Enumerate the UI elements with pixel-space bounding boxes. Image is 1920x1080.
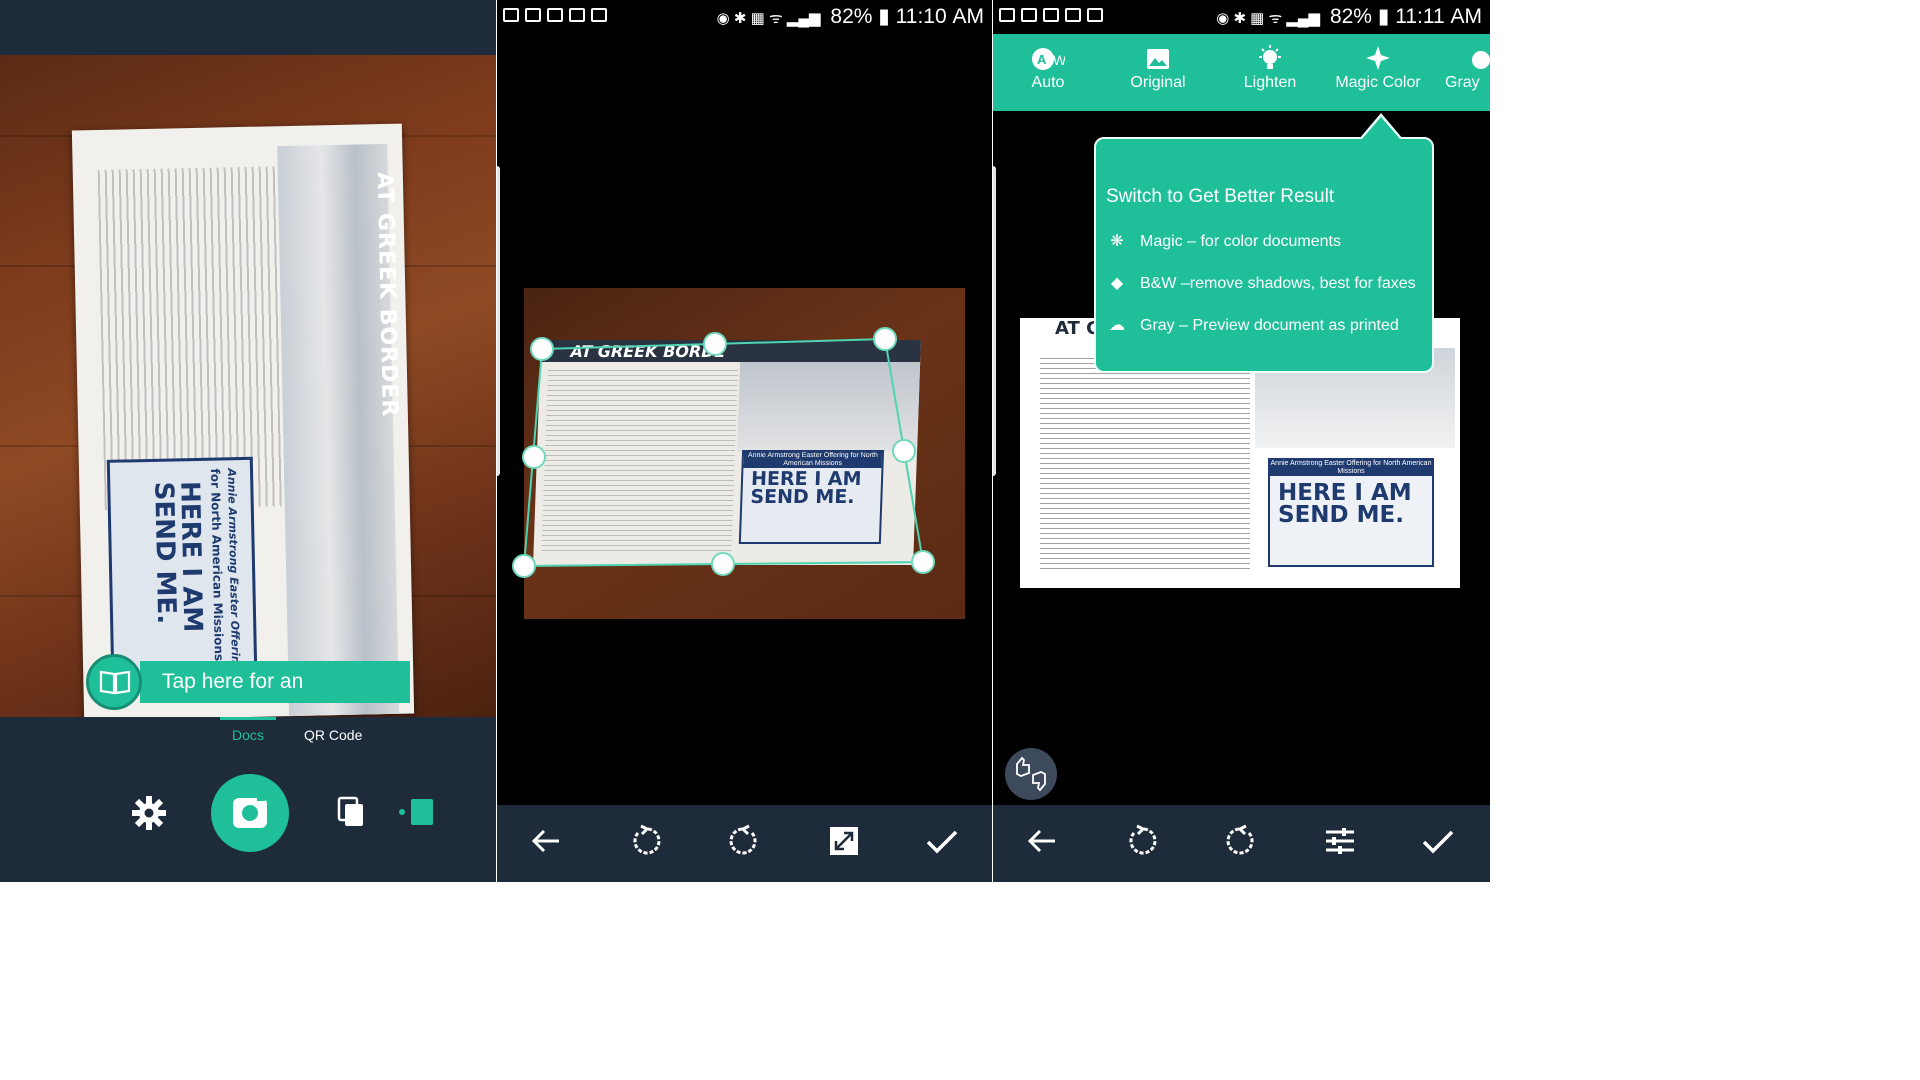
crop-panel: ◉ ✱ ▦ ᯤ ▂▄▆ 82% ▮ 11:10 AM AT GREEK BORD… [497,0,992,882]
filter-lighten[interactable]: Lighten [1225,34,1315,111]
rotate-left-icon[interactable] [1125,824,1159,858]
confirm-check-icon[interactable] [925,824,959,858]
popup-item-gray: ☁ Gray – Preview document as printed [1109,317,1399,334]
filter-bar: A W Auto Original Lighten Magic Color Gr… [993,34,1490,111]
mode-indicator [220,717,276,720]
single-mode-icon[interactable] [397,797,437,827]
notification-icons [999,8,1109,27]
status-bar: ◉ ✱ ▦ ᯤ ▂▄▆ 82% ▮ 11:11 AM [993,0,1490,34]
sparkle-icon: ❋ [1110,233,1124,250]
filter-label: Lighten [1243,74,1297,91]
filter-label: Auto [1031,74,1065,91]
document-headline: AT GREEK BORDER [371,171,402,418]
lightbulb-icon [1259,45,1281,69]
adjust-sliders-icon[interactable] [1323,824,1357,858]
confirm-check-icon[interactable] [1421,824,1455,858]
battery-percent: 82% [1329,5,1372,28]
mode-docs-tab[interactable]: Docs [232,727,264,743]
svg-text:A: A [1037,52,1047,67]
rotate-left-icon[interactable] [629,824,663,858]
side-edge [497,166,500,476]
expand-icon[interactable] [827,824,861,858]
crop-handle[interactable] [703,332,727,356]
rotate-right-icon[interactable] [1224,824,1258,858]
feedback-button[interactable] [1005,748,1057,800]
rotate-right-icon[interactable] [727,824,761,858]
document-ad: Annie Armstrong Easter Offering for Nort… [1268,458,1434,567]
batch-mode-icon[interactable] [337,796,367,828]
back-arrow-icon[interactable] [1025,824,1059,858]
image-icon [1147,49,1169,69]
mode-qr-tab[interactable]: QR Code [304,727,362,743]
crop-frame[interactable] [497,0,992,882]
filter-label: Magic Color [1335,74,1421,91]
filter-label: Original [1130,74,1186,91]
popup-title: Switch to Get Better Result [1106,186,1335,207]
filter-original[interactable]: Original [1113,34,1203,111]
back-arrow-icon[interactable] [529,824,563,858]
camera-panel: AT GREEK BORDER Annie Armstrong Easter O… [0,0,496,882]
document-preview: AT GREEK BORDER Annie Armstrong Easter O… [71,123,415,721]
cloud-icon [1472,51,1490,69]
ad-big-text: HERE I AM SEND ME. [148,480,208,633]
ad-caption: Annie Armstrong Easter Offering for Nort… [1270,460,1432,476]
camera-icon [233,794,267,828]
document-ad: Annie Armstrong Easter Offering for Nort… [106,456,258,691]
camera-viewfinder[interactable]: AT GREEK BORDER Annie Armstrong Easter O… [0,55,496,721]
clock: 11:11 AM [1395,5,1482,28]
crop-handle[interactable] [512,554,536,578]
book-icon[interactable] [86,654,142,710]
filter-label: Gray [1445,74,1480,91]
crop-handle[interactable] [873,327,897,351]
tip-popup[interactable]: Switch to Get Better Result ❋ Magic – for… [1094,137,1434,373]
top-bar [0,0,496,55]
ad-line1: Annie Armstrong Easter Offering [224,468,243,672]
popup-item-bw: ◆ B&W –remove shadows, best for faxes [1108,273,1416,293]
crop-handle[interactable] [911,550,935,574]
filter-gray[interactable]: Gray [1445,34,1490,111]
experience-banner[interactable]: Tap here for an experience [140,661,410,735]
crop-handle[interactable] [711,552,735,576]
crop-handle[interactable] [892,439,916,463]
popup-item-magic: ❋ Magic – for color documents [1108,231,1341,251]
crop-handle[interactable] [522,445,546,469]
enhance-panel: ◉ ✱ ▦ ᯤ ▂▄▆ 82% ▮ 11:11 AM A W Auto Orig… [993,0,1490,882]
status-icons: ◉ ✱ ▦ ᯤ ▂▄▆ [1216,10,1321,27]
sparkle-icon [1366,46,1390,70]
ad-line2: for North American Missions [207,468,226,662]
filter-auto[interactable]: A W Auto [1008,34,1088,111]
battery-icon: ▮ [1377,5,1390,28]
gear-icon[interactable] [130,794,168,832]
svg-text:W: W [1053,52,1065,68]
contrast-icon: ◆ [1110,275,1124,292]
cloud-icon: ☁ [1109,317,1125,334]
filter-magic-color[interactable]: Magic Color [1328,34,1428,111]
ad-big-text: HERE I AM SEND ME. [1278,480,1412,528]
auto-icon: A W [1032,48,1067,70]
crop-handle[interactable] [530,337,554,361]
thumbs-icon [1016,756,1046,792]
shutter-button[interactable] [211,774,289,852]
side-edge [993,166,996,476]
tooltip-arrow-fill [1362,117,1400,139]
